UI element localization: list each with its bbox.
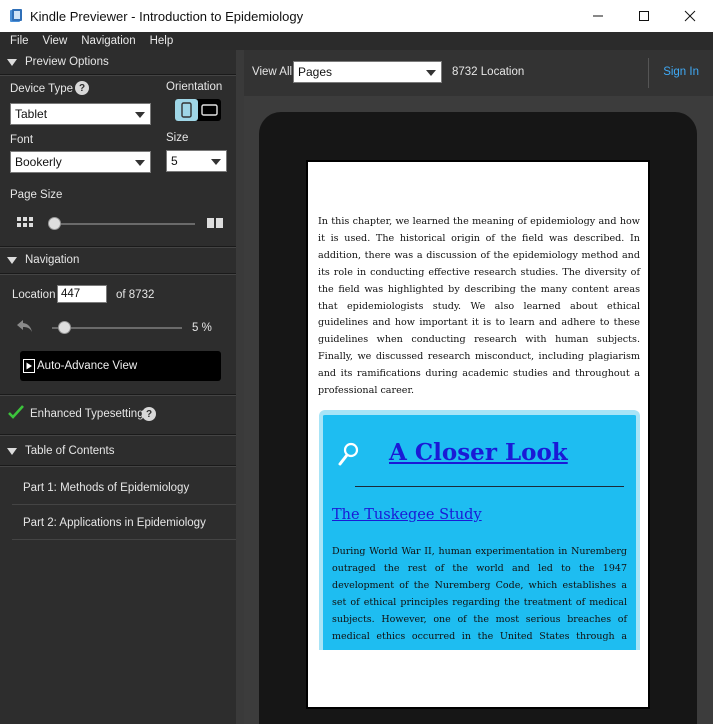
size-dropdown[interactable]: 5 bbox=[166, 150, 227, 172]
table-of-contents-header[interactable]: Table of Contents bbox=[0, 439, 236, 463]
magnifier-icon bbox=[338, 442, 359, 466]
chevron-down-icon bbox=[135, 160, 145, 166]
menu-file[interactable]: File bbox=[10, 35, 29, 47]
closer-look-text: During World War II, human experimentati… bbox=[332, 546, 627, 650]
tuskegee-study-link[interactable]: The Tuskegee Study bbox=[332, 507, 482, 523]
close-icon bbox=[684, 10, 696, 22]
location-total: of 8732 bbox=[116, 289, 155, 301]
auto-advance-button[interactable]: Auto-Advance View bbox=[20, 351, 221, 381]
play-icon bbox=[23, 359, 35, 373]
toc-item-part1[interactable]: Part 1: Methods of Epidemiology bbox=[0, 471, 236, 505]
back-arrow-icon[interactable] bbox=[15, 318, 35, 334]
landscape-orientation-button[interactable] bbox=[198, 99, 221, 121]
closer-look-box: A Closer Look The Tuskegee Study During … bbox=[319, 410, 640, 650]
grid-small-icon[interactable] bbox=[17, 217, 34, 230]
device-type-dropdown[interactable]: Tablet bbox=[10, 103, 151, 125]
view-mode-dropdown[interactable]: Pages bbox=[293, 61, 442, 83]
chevron-down-icon bbox=[135, 112, 145, 118]
title-bar: Kindle Previewer - Introduction to Epide… bbox=[0, 0, 713, 32]
menu-navigation[interactable]: Navigation bbox=[81, 35, 135, 47]
collapse-triangle-icon bbox=[7, 58, 17, 66]
minimize-icon bbox=[593, 15, 603, 17]
font-dropdown[interactable]: Bookerly bbox=[10, 151, 151, 173]
landscape-icon bbox=[201, 104, 218, 116]
closer-look-divider bbox=[355, 486, 624, 487]
menu-help[interactable]: Help bbox=[150, 35, 174, 47]
collapse-triangle-icon bbox=[7, 447, 17, 455]
sign-in-link[interactable]: Sign In bbox=[663, 66, 699, 78]
chevron-down-icon bbox=[211, 159, 221, 165]
page-size-slider-track[interactable] bbox=[49, 223, 195, 225]
progress-percent: 5 % bbox=[192, 322, 212, 334]
kindle-app-icon bbox=[10, 9, 22, 22]
navigation-progress-thumb[interactable] bbox=[57, 321, 71, 334]
enhanced-typesetting-label: Enhanced Typesetting bbox=[30, 408, 144, 420]
location-input[interactable]: 447 bbox=[57, 285, 107, 303]
close-button[interactable] bbox=[667, 0, 713, 32]
page-size-slider-thumb[interactable] bbox=[48, 217, 61, 230]
closer-look-title[interactable]: A Closer Look bbox=[389, 439, 568, 466]
navigation-header[interactable]: Navigation bbox=[0, 248, 236, 272]
page-size-label: Page Size bbox=[10, 189, 63, 201]
menu-bar: File View Navigation Help bbox=[0, 32, 713, 50]
checkmark-icon bbox=[8, 405, 24, 419]
orientation-toggle bbox=[175, 99, 221, 121]
book-page[interactable]: In this chapter, we learned the meaning … bbox=[306, 160, 650, 709]
grid-large-icon[interactable] bbox=[207, 218, 224, 229]
font-label: Font bbox=[10, 134, 34, 146]
size-label: Size bbox=[166, 132, 189, 144]
maximize-icon bbox=[639, 11, 649, 21]
collapse-triangle-icon bbox=[7, 256, 17, 264]
navigation-progress-track[interactable] bbox=[52, 327, 182, 329]
minimize-button[interactable] bbox=[575, 0, 621, 32]
kindle-previewer-window: Kindle Previewer - Introduction to Epide… bbox=[0, 0, 713, 724]
help-icon[interactable]: ? bbox=[142, 407, 156, 421]
toc-item-part2[interactable]: Part 2: Applications in Epidemiology bbox=[0, 506, 236, 540]
maximize-button[interactable] bbox=[621, 0, 667, 32]
chapter-summary-text: In this chapter, we learned the meaning … bbox=[318, 216, 640, 397]
portrait-orientation-button[interactable] bbox=[175, 99, 198, 121]
help-icon[interactable]: ? bbox=[75, 81, 89, 95]
location-label: Location bbox=[12, 289, 56, 301]
view-all-label: View All bbox=[252, 66, 293, 78]
window-title: Kindle Previewer - Introduction to Epide… bbox=[30, 8, 304, 24]
location-readout: 8732 Location bbox=[452, 66, 525, 78]
portrait-icon bbox=[181, 102, 192, 118]
chevron-down-icon bbox=[426, 70, 436, 76]
preview-options-header[interactable]: Preview Options bbox=[0, 50, 236, 74]
preview-toolbar: View All Pages 8732 Location Sign In bbox=[244, 50, 713, 96]
sidebar: Preview Options Device Type ? Tablet Ori… bbox=[0, 50, 236, 724]
menu-view[interactable]: View bbox=[43, 35, 68, 47]
device-type-label: Device Type bbox=[10, 83, 74, 95]
sidebar-splitter[interactable] bbox=[236, 50, 244, 724]
orientation-label: Orientation bbox=[166, 81, 223, 93]
